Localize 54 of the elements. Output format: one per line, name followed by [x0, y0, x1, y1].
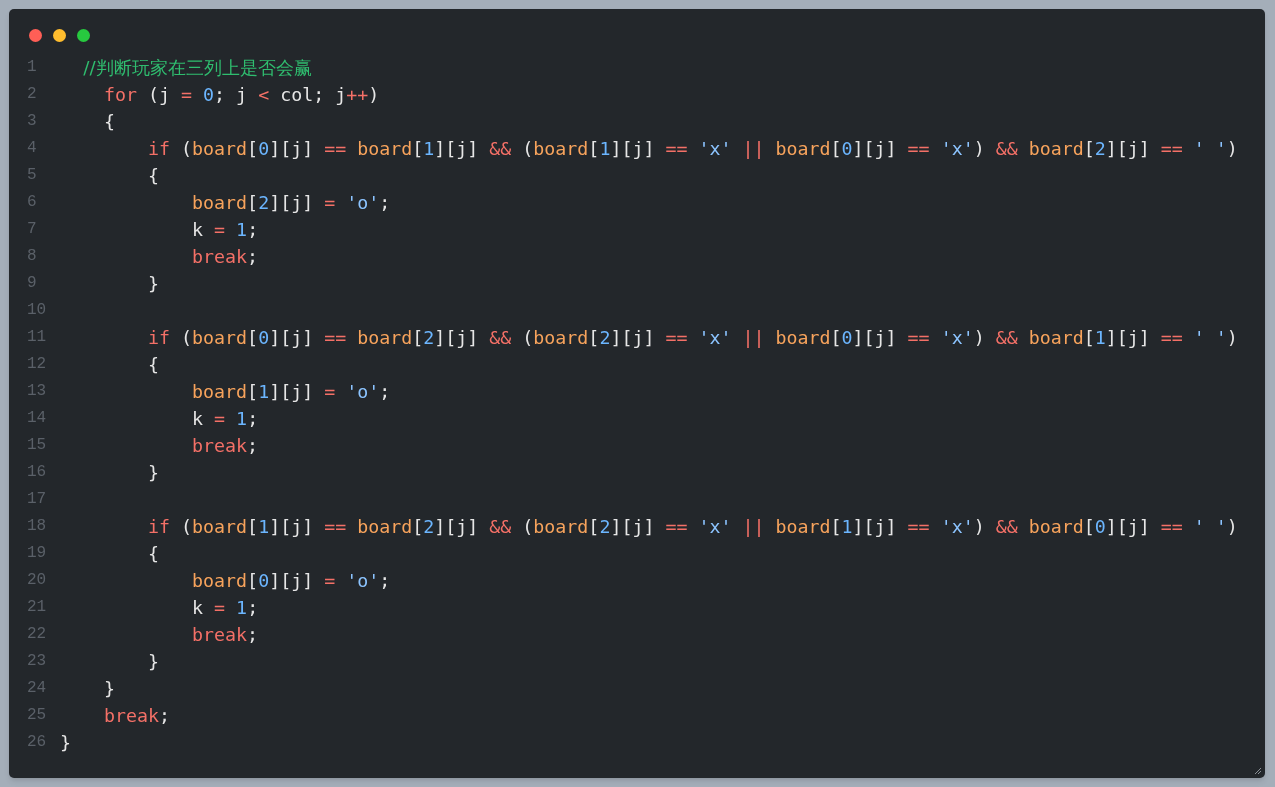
line-number: 26 — [26, 732, 48, 753]
code-line: board[0][j] = 'o'; — [191, 569, 391, 593]
code-line: k = 1; — [191, 218, 259, 242]
code-line: } — [147, 650, 160, 674]
line-number: 19 — [26, 543, 48, 564]
code-line: break; — [191, 623, 259, 647]
line-number: 2 — [26, 84, 38, 105]
resize-grip-icon[interactable] — [1254, 767, 1262, 775]
line-number: 8 — [26, 246, 38, 267]
code-line: break; — [103, 704, 171, 728]
code-line: } — [103, 677, 116, 701]
line-number: 25 — [26, 705, 48, 726]
line-number: 20 — [26, 570, 48, 591]
line-number: 3 — [26, 111, 38, 132]
code-line: } — [147, 272, 160, 296]
code-line: } — [147, 461, 160, 485]
code-line: { — [147, 353, 160, 377]
code-line: { — [147, 164, 160, 188]
line-number: 21 — [26, 597, 48, 618]
code-line: board[2][j] = 'o'; — [191, 191, 391, 215]
line-number: 10 — [26, 300, 48, 321]
line-number: 16 — [26, 462, 48, 483]
zoom-window-icon[interactable] — [77, 29, 90, 42]
code-line: if (board[0][j] == board[1][j] && (board[1][j] == 'x' || board[0][j] == 'x') && board[2][j] == ' ') — [147, 137, 1238, 161]
code-line: if (board[1][j] == board[2][j] && (board[2][j] == 'x' || board[1][j] == 'x') && board[0][j] == ' ') — [147, 515, 1238, 539]
code-line: { — [147, 542, 160, 566]
code-line: //判断玩家在三列上是否会赢 — [82, 56, 312, 80]
line-number: 23 — [26, 651, 48, 672]
code-line: } — [60, 731, 71, 755]
line-number: 22 — [26, 624, 48, 645]
code-line: for (j = 0; j < col; j++) — [103, 83, 380, 107]
line-number: 14 — [26, 408, 48, 429]
line-number: 18 — [26, 516, 48, 537]
code-line: k = 1; — [191, 407, 259, 431]
code-line: board[1][j] = 'o'; — [191, 380, 391, 404]
code-line: { — [103, 110, 116, 134]
line-number: 1 — [26, 57, 38, 78]
line-number: 17 — [26, 489, 48, 510]
line-number: 6 — [26, 192, 38, 213]
code-line: if (board[0][j] == board[2][j] && (board[2][j] == 'x' || board[0][j] == 'x') && board[1][j] == ' ') — [147, 326, 1238, 350]
code-line: k = 1; — [191, 596, 259, 620]
close-window-icon[interactable] — [29, 29, 42, 42]
line-number: 5 — [26, 165, 38, 186]
minimize-window-icon[interactable] — [53, 29, 66, 42]
line-number: 9 — [26, 273, 38, 294]
line-number: 7 — [26, 219, 38, 240]
line-number: 15 — [26, 435, 48, 456]
code-line: break; — [191, 434, 259, 458]
line-number: 4 — [26, 138, 38, 159]
line-number: 24 — [26, 678, 48, 699]
code-line: break; — [191, 245, 259, 269]
line-number: 12 — [26, 354, 48, 375]
line-number: 11 — [26, 327, 48, 348]
line-number: 13 — [26, 381, 48, 402]
